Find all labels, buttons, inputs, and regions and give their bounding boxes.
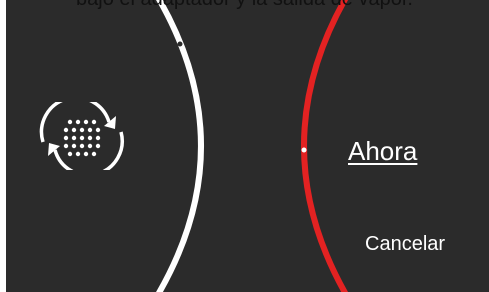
right-red-arc (301, 0, 349, 292)
now-button[interactable]: Ahora (348, 136, 417, 167)
cancel-button[interactable]: Cancelar (365, 233, 445, 256)
page: bajo el adaptador y la salida de vapor. … (0, 0, 489, 292)
left-arc-marker (177, 41, 183, 47)
device-screen: Ahora Cancelar (6, 0, 489, 292)
sync-icon (39, 102, 124, 170)
caption-text: bajo el adaptador y la salida de vapor. (0, 0, 489, 11)
right-arc-marker (301, 147, 307, 153)
